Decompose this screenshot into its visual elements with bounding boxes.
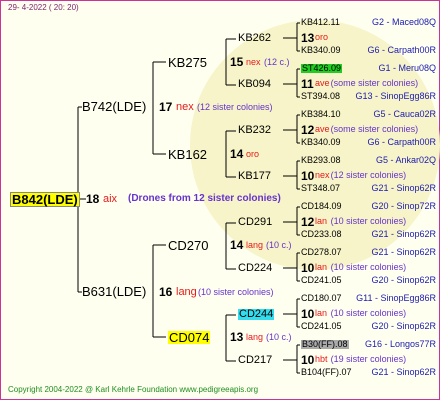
- leaf-queen-top[interactable]: B30(FF).08: [301, 340, 349, 349]
- gen3-queen-3[interactable]: KB177: [238, 171, 271, 182]
- leaf-note: (19 sister colonies): [330, 354, 407, 364]
- gen2-race-3: lang: [246, 332, 264, 342]
- leaf-note: (10 sister colonies): [330, 216, 407, 226]
- leaf-info-bottom: G6 - Carpath00R: [367, 45, 436, 55]
- leaf-note: (some sister colonies): [330, 78, 419, 88]
- leaf-info-bottom: G20 - Sinop62R: [371, 275, 436, 285]
- gen2-note-3: (10 c.): [266, 332, 292, 342]
- leaf-queen-bottom[interactable]: B104(FF).07: [301, 368, 352, 377]
- leaf-number: 12: [301, 123, 315, 137]
- leaf-race: nex: [315, 170, 330, 180]
- gen1-number-0: 17: [159, 100, 173, 114]
- gen2-queen-0[interactable]: KB275: [168, 56, 207, 69]
- gen1-number-1: 16: [159, 285, 173, 299]
- leaf-race: lan: [315, 308, 328, 318]
- gen1-race-0: nex: [176, 101, 194, 113]
- leaf-race: lan: [315, 262, 328, 272]
- leaf-queen-bottom[interactable]: KB340.09: [301, 46, 341, 55]
- leaf-race: hbt: [315, 354, 328, 364]
- leaf-info-bottom: G6 - Carpath00R: [367, 137, 436, 147]
- leaf-info-bottom: G13 - SinopEgg86R: [355, 91, 436, 101]
- leaf-info-top: G1 - Meru08Q: [378, 63, 436, 73]
- gen2-number-2: 14: [230, 238, 244, 252]
- root-queen[interactable]: B842(LDE): [10, 192, 80, 207]
- leaf-info-top: G5 - Cauca02R: [373, 109, 436, 119]
- gen3-queen-5[interactable]: CD224: [238, 263, 272, 274]
- leaf-queen-top[interactable]: CD278.07: [301, 248, 342, 257]
- leaf-queen-bottom[interactable]: ST394.08: [301, 92, 340, 101]
- leaf-info-bottom: G21 - Sinop62R: [371, 367, 436, 377]
- gen1-note-0: (12 sister colonies): [197, 102, 273, 112]
- gen2-queen-3[interactable]: CD074: [168, 331, 211, 344]
- gen2-race-1: oro: [246, 149, 260, 159]
- leaf-race: oro: [315, 32, 329, 42]
- leaf-race: lan: [315, 216, 328, 226]
- leaf-info-bottom: G21 - Sinop62R: [371, 229, 436, 239]
- gen3-queen-0[interactable]: KB262: [238, 33, 271, 44]
- leaf-note: (some sister colonies): [330, 124, 419, 134]
- leaf-queen-bottom[interactable]: CD241.05: [301, 322, 342, 331]
- leaf-info-top: G20 - Sinop72R: [371, 201, 436, 211]
- leaf-number: 10: [301, 169, 315, 183]
- gen3-queen-6[interactable]: CD244: [238, 309, 275, 320]
- gen3-queen-1[interactable]: KB094: [238, 79, 271, 90]
- leaf-queen-top[interactable]: CD184.09: [301, 202, 342, 211]
- leaf-queen-top[interactable]: KB384.10: [301, 110, 341, 119]
- copyright: Copyright 2004-2022 @ Karl Kehrle Founda…: [8, 385, 259, 394]
- gen1-note-1: (10 sister colonies): [198, 287, 274, 297]
- root-note: (Drones from 12 sister colonies): [128, 193, 281, 204]
- leaf-info-top: G16 - Longos77R: [364, 339, 436, 349]
- gen1-queen-0[interactable]: B742(LDE): [82, 100, 146, 113]
- gen2-race-0: nex: [246, 57, 261, 67]
- leaf-number: 10: [301, 261, 315, 275]
- leaf-note: (10 sister colonies): [330, 262, 407, 272]
- leaf-number: 12: [301, 215, 315, 229]
- leaf-queen-bottom[interactable]: CD233.08: [301, 230, 342, 239]
- gen3-queen-4[interactable]: CD291: [238, 217, 272, 228]
- leaf-number: 10: [301, 353, 315, 367]
- leaf-info-bottom: G20 - Sinop62R: [371, 321, 436, 331]
- root-number: 18: [86, 192, 100, 206]
- leaf-number: 11: [301, 77, 314, 91]
- gen1-race-1: lang: [176, 286, 197, 298]
- leaf-queen-bottom[interactable]: ST348.07: [301, 184, 340, 193]
- leaf-note: (10 sister colonies): [330, 308, 407, 318]
- leaf-info-bottom: G21 - Sinop62R: [371, 183, 436, 193]
- leaf-number: 13: [301, 31, 315, 45]
- root-race: aix: [103, 193, 118, 205]
- gen1-queen-1[interactable]: B631(LDE): [82, 285, 146, 298]
- leaf-queen-top[interactable]: ST426.09: [301, 64, 343, 73]
- leaf-race: ave: [315, 78, 330, 88]
- leaf-race: ave: [315, 124, 330, 134]
- gen2-number-1: 14: [230, 147, 244, 161]
- gen2-race-2: lang: [246, 240, 264, 250]
- date-stamp: 29- 4-2022 ( 20: 20): [8, 3, 79, 12]
- leaf-queen-bottom[interactable]: CD241.05: [301, 276, 342, 285]
- gen2-note-2: (10 c.): [266, 240, 292, 250]
- gen3-queen-7[interactable]: CD217: [238, 355, 272, 366]
- gen2-queen-1[interactable]: KB162: [168, 148, 207, 161]
- leaf-info-top: G5 - Ankar02Q: [375, 155, 436, 165]
- gen2-queen-2[interactable]: CD270: [168, 239, 208, 252]
- leaf-queen-bottom[interactable]: KB340.09: [301, 138, 341, 147]
- gen2-note-0: (12 c.): [264, 57, 290, 67]
- leaf-info-top: G11 - SinopEgg86R: [356, 293, 436, 303]
- leaf-info-top: G21 - Sinop62R: [371, 247, 436, 257]
- leaf-queen-top[interactable]: CD180.07: [301, 294, 342, 303]
- leaf-queen-top[interactable]: KB293.08: [301, 156, 341, 165]
- leaf-info-top: G2 - Maced08Q: [371, 17, 436, 27]
- gen2-number-3: 13: [230, 330, 244, 344]
- gen3-queen-2[interactable]: KB232: [238, 125, 271, 136]
- leaf-note: (12 sister colonies): [330, 170, 407, 180]
- leaf-queen-top[interactable]: KB412.11: [301, 18, 340, 27]
- leaf-number: 10: [301, 307, 315, 321]
- gen2-number-0: 15: [230, 55, 244, 69]
